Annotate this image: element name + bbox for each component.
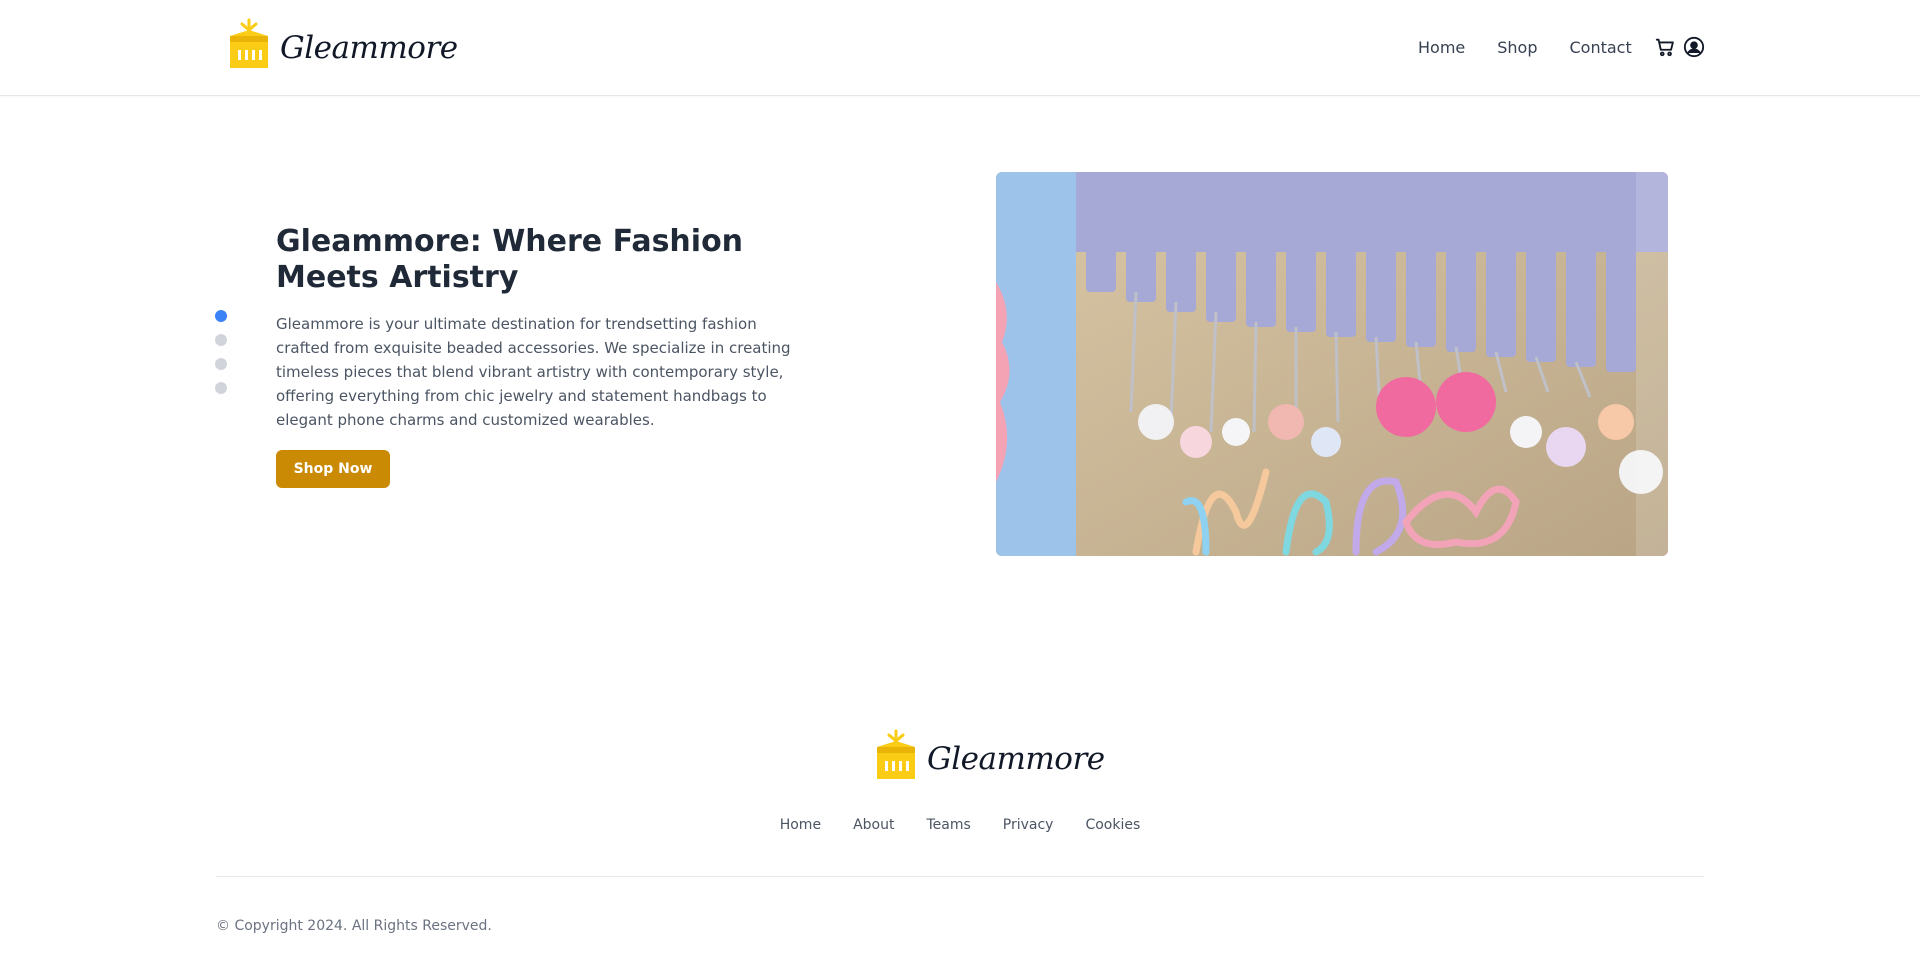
footer-brand-name: Gleammore bbox=[927, 740, 1105, 777]
footer-link-about[interactable]: About bbox=[853, 817, 894, 833]
shop-now-button[interactable]: Shop Now bbox=[276, 450, 390, 488]
carousel-dot-4[interactable] bbox=[215, 382, 227, 394]
hero-description: Gleammore is your ultimate destination f… bbox=[276, 315, 791, 429]
nav-shop[interactable]: Shop bbox=[1497, 38, 1537, 57]
user-icon[interactable] bbox=[1683, 36, 1705, 58]
shopping-bag-logo-icon bbox=[230, 18, 268, 68]
footer-link-cookies[interactable]: Cookies bbox=[1085, 817, 1140, 833]
hero-title: Gleammore: Where Fashion Meets Artistry bbox=[276, 224, 744, 295]
footer-logo[interactable]: Gleammore bbox=[873, 729, 1105, 781]
carousel-dot-3[interactable] bbox=[215, 358, 227, 370]
footer-link-privacy[interactable]: Privacy bbox=[1003, 817, 1054, 833]
hero-image bbox=[996, 172, 1668, 556]
carousel-dot-2[interactable] bbox=[215, 334, 227, 346]
shopping-bag-logo-icon bbox=[877, 729, 915, 779]
main-nav: Home Shop Contact bbox=[1418, 38, 1632, 57]
footer-link-home[interactable]: Home bbox=[780, 817, 821, 833]
site-header: Gleammore Home Shop Contact bbox=[0, 0, 1920, 96]
brand-name: Gleammore bbox=[280, 29, 458, 66]
footer-link-teams[interactable]: Teams bbox=[926, 817, 970, 833]
nav-contact[interactable]: Contact bbox=[1570, 38, 1632, 57]
footer-divider bbox=[216, 876, 1704, 877]
cart-icon[interactable] bbox=[1654, 36, 1676, 58]
beaded-charms-photo bbox=[996, 172, 1668, 556]
header-logo[interactable]: Gleammore bbox=[226, 18, 458, 70]
footer-nav: Home About Teams Privacy Cookies bbox=[0, 817, 1920, 833]
nav-home[interactable]: Home bbox=[1418, 38, 1465, 57]
carousel-dot-1[interactable] bbox=[215, 310, 227, 322]
carousel-indicators bbox=[215, 310, 227, 394]
copyright-text: © Copyright 2024. All Rights Reserved. bbox=[216, 918, 492, 934]
